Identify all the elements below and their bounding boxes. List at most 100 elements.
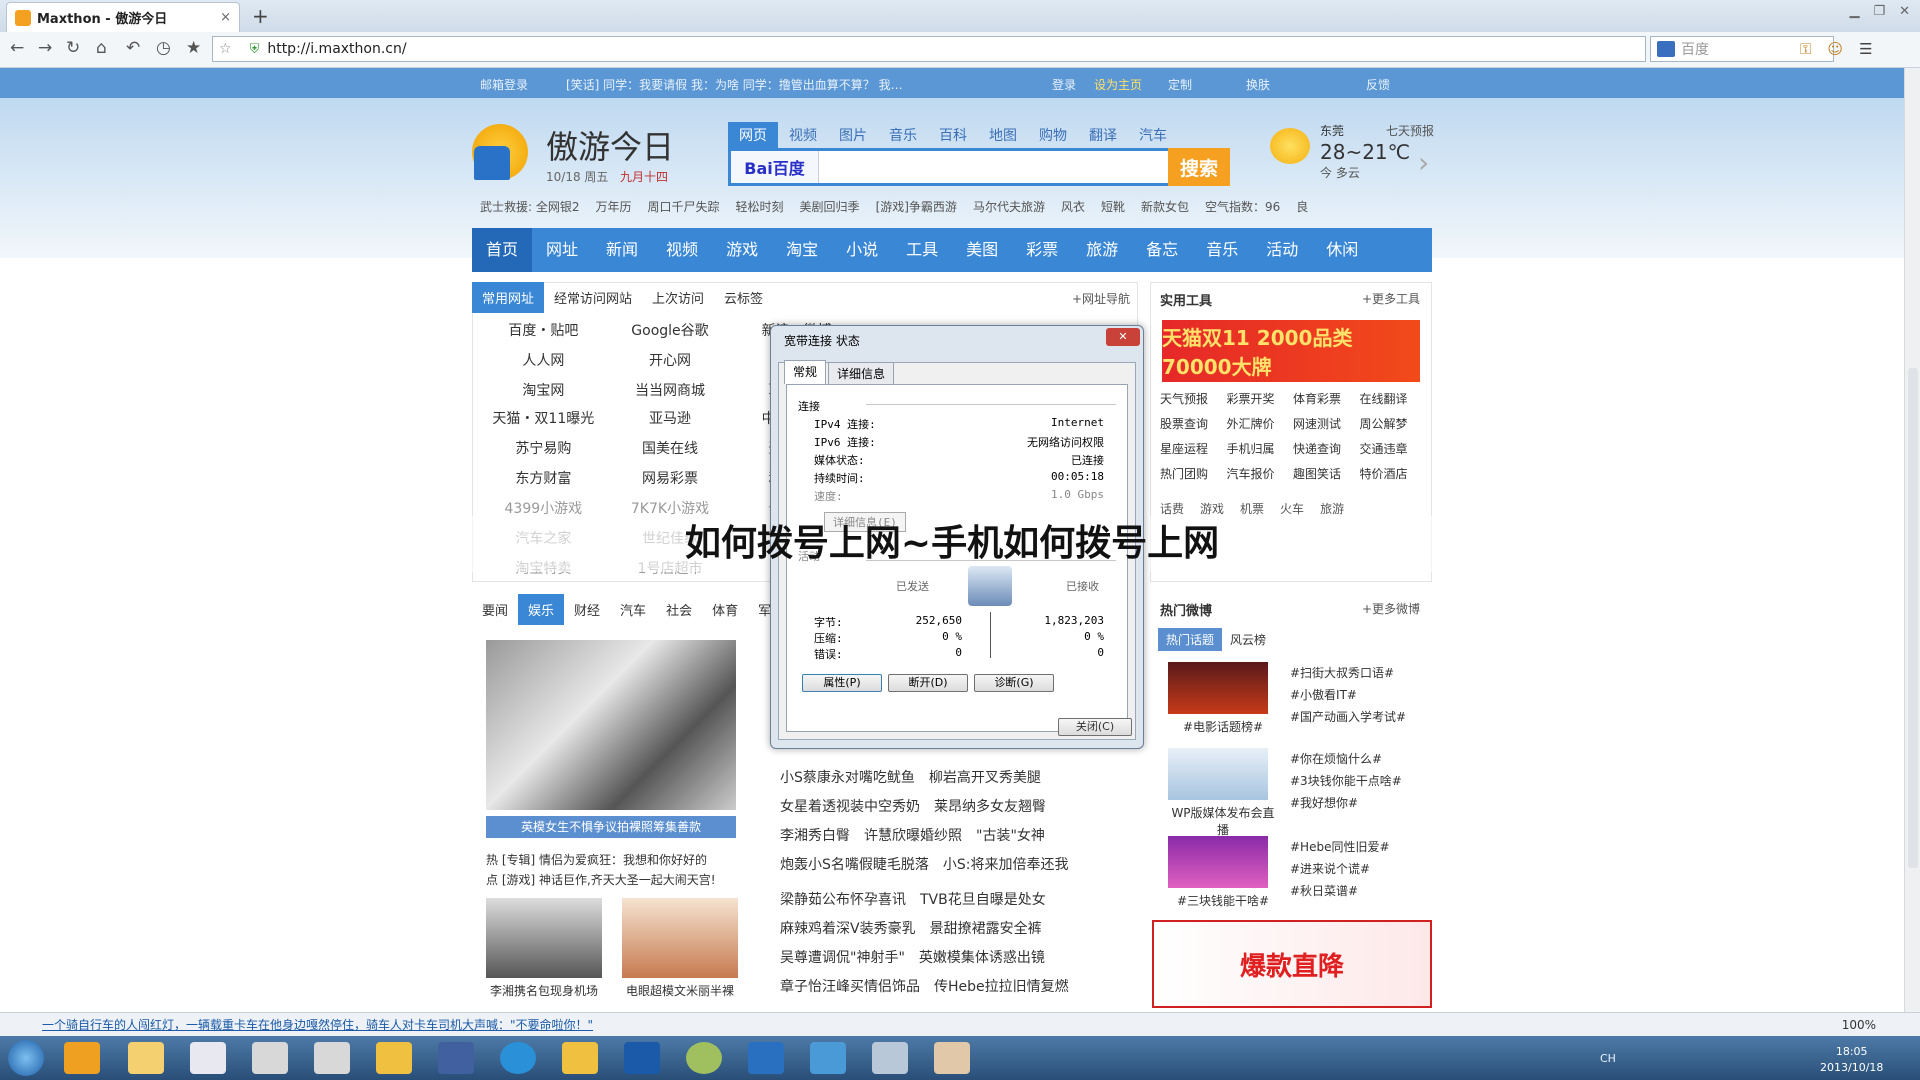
- customize-link[interactable]: 定制: [1168, 76, 1192, 93]
- news-item[interactable]: 小S蔡康永对嘴吃鱿鱼 柳岩高开叉秀美腿: [780, 764, 1069, 793]
- tab-general[interactable]: 常规: [784, 360, 827, 384]
- nav-item[interactable]: 活动: [1252, 228, 1312, 272]
- dialog-close-icon[interactable]: ✕: [1106, 328, 1140, 346]
- qq-icon[interactable]: [376, 1042, 412, 1074]
- maximize-icon[interactable]: ❐: [1873, 4, 1885, 19]
- weibo-tag[interactable]: #扫街大叔秀口语#: [1290, 662, 1406, 684]
- nav-item[interactable]: 旅游: [1072, 228, 1132, 272]
- news-tab[interactable]: 体育: [702, 594, 748, 625]
- more-weibo-link[interactable]: +更多微博: [1362, 600, 1420, 617]
- news-item[interactable]: 章子怡汪峰买情侣饰品 传Hebe拉拉旧情复燃: [780, 973, 1069, 1002]
- site-link[interactable]: 网易彩票: [607, 468, 734, 488]
- news-photo-caption[interactable]: 英模女生不惧争议拍裸照筹集善款: [486, 816, 736, 838]
- disconnect-button[interactable]: 断开(D): [888, 674, 968, 692]
- site-logo-text[interactable]: 傲游今日: [546, 122, 674, 168]
- refresh-icon[interactable]: ↻: [66, 38, 80, 58]
- hot-link[interactable]: [游戏]争霸西游: [876, 200, 957, 214]
- nav-item[interactable]: 新闻: [592, 228, 652, 272]
- sites-tab[interactable]: 经常访问网站: [544, 282, 642, 313]
- tool-link[interactable]: 股票查询: [1160, 415, 1227, 432]
- hot-link[interactable]: 风衣: [1061, 200, 1085, 214]
- set-home-link[interactable]: 设为主页: [1094, 76, 1142, 93]
- favorites-icon[interactable]: ★: [186, 38, 201, 58]
- site-link[interactable]: 开心网: [607, 350, 734, 370]
- hot-link[interactable]: 良: [1296, 200, 1308, 214]
- feedback-link[interactable]: 反馈: [1366, 76, 1390, 93]
- hot-link[interactable]: 马尔代夫旅游: [973, 200, 1045, 214]
- news-thumb[interactable]: [486, 898, 602, 978]
- hot-link[interactable]: 短靴: [1101, 200, 1125, 214]
- weibo-caption[interactable]: #电影话题榜#: [1166, 718, 1280, 735]
- nav-item[interactable]: 首页: [472, 228, 533, 272]
- weibo-tag[interactable]: #我好想你#: [1290, 792, 1402, 814]
- tool-link[interactable]: 在线翻译: [1360, 390, 1427, 407]
- weibo-tag[interactable]: #小傲看IT#: [1290, 684, 1406, 706]
- media-player-icon[interactable]: [190, 1042, 226, 1074]
- tool-link[interactable]: 体育彩票: [1293, 390, 1360, 407]
- weibo-tag[interactable]: #进来说个谎#: [1290, 858, 1390, 880]
- clock[interactable]: 18:05 2013/10/18: [1820, 1044, 1883, 1076]
- weibo-image[interactable]: [1168, 748, 1268, 800]
- search-tab[interactable]: 汽车: [1128, 122, 1178, 148]
- weibo-image[interactable]: [1168, 836, 1268, 888]
- qq-icon[interactable]: [562, 1042, 598, 1074]
- menu-icon[interactable]: ☰: [1859, 40, 1872, 58]
- site-link[interactable]: 亚马逊: [607, 408, 734, 428]
- tool-link[interactable]: 网速测试: [1293, 415, 1360, 432]
- weibo-tag[interactable]: #Hebe同性旧爱#: [1290, 836, 1390, 858]
- site-nav-link[interactable]: +网址导航: [1072, 290, 1130, 307]
- hot-link[interactable]: 空气指数：96: [1205, 200, 1280, 214]
- search-tab[interactable]: 图片: [828, 122, 878, 148]
- weibo-tab[interactable]: 风云榜: [1222, 628, 1274, 651]
- taskbar-app-icon[interactable]: [252, 1042, 288, 1074]
- minimize-icon[interactable]: ▁: [1849, 4, 1859, 19]
- tab-details[interactable]: 详细信息: [828, 362, 895, 384]
- tray-lang[interactable]: CH: [1600, 1052, 1616, 1065]
- site-link[interactable]: 苏宁易购: [480, 438, 607, 458]
- site-link[interactable]: 人人网: [480, 350, 607, 370]
- hot-link[interactable]: 新款女包: [1141, 200, 1189, 214]
- weibo-caption[interactable]: #三块钱能干啥#: [1166, 892, 1280, 909]
- news-photo[interactable]: [486, 640, 736, 810]
- site-link[interactable]: 百度・贴吧: [480, 320, 607, 340]
- nav-item[interactable]: 音乐: [1192, 228, 1252, 272]
- folder-icon[interactable]: [128, 1042, 164, 1074]
- weibo-tag[interactable]: #秋日菜谱#: [1290, 880, 1390, 902]
- bookmark-star-icon[interactable]: ☆: [219, 41, 232, 57]
- nav-item[interactable]: 备忘: [1132, 228, 1192, 272]
- weibo-caption[interactable]: WP版媒体发布会直播: [1166, 804, 1280, 838]
- news-item[interactable]: 李湘秀白臀 许慧欣曝婚纱照 "古装"女神: [780, 822, 1069, 851]
- search-button[interactable]: 搜索: [1168, 148, 1230, 186]
- more-tools-link[interactable]: +更多工具: [1362, 290, 1420, 307]
- nav-item[interactable]: 小说: [832, 228, 892, 272]
- weather-city[interactable]: 东莞: [1320, 122, 1344, 139]
- hot-link[interactable]: 周口千尸失踪: [648, 200, 720, 214]
- search-tab[interactable]: 翻译: [1078, 122, 1128, 148]
- search-tab[interactable]: 视频: [778, 122, 828, 148]
- scrollbar-thumb[interactable]: [1908, 368, 1918, 868]
- hot-link[interactable]: 美剧回归季: [800, 200, 860, 214]
- kugou-icon[interactable]: [500, 1042, 536, 1074]
- mail-login-link[interactable]: 邮箱登录: [480, 76, 528, 93]
- sites-tab[interactable]: 常用网址: [472, 281, 545, 313]
- news-item[interactable]: 吴尊遭调侃"神射手" 英嫩模集体诱惑出镜: [780, 944, 1069, 973]
- close-window-icon[interactable]: ✕: [1899, 4, 1910, 19]
- search-tab[interactable]: 购物: [1028, 122, 1078, 148]
- search-engine-icon[interactable]: [1657, 41, 1675, 57]
- user-icon[interactable]: ☺: [1827, 40, 1843, 58]
- hot-link[interactable]: 万年历: [596, 200, 632, 214]
- news-item[interactable]: 麻辣鸡着深V装秀豪乳 景甜撩裙露安全裤: [780, 915, 1069, 944]
- taskbar-app-icon[interactable]: [438, 1042, 474, 1074]
- history-icon[interactable]: ◷: [156, 38, 171, 58]
- start-button-icon[interactable]: [8, 1040, 44, 1076]
- site-link[interactable]: 当当网商城: [607, 380, 734, 400]
- tool-link[interactable]: 快递查询: [1293, 440, 1360, 457]
- news-tab[interactable]: 要闻: [472, 594, 518, 625]
- seven-day-forecast-link[interactable]: 七天预报: [1386, 122, 1434, 139]
- tool-link[interactable]: 彩票开奖: [1227, 390, 1294, 407]
- forward-icon[interactable]: →: [38, 38, 52, 58]
- tool-link[interactable]: 外汇牌价: [1227, 415, 1294, 432]
- hot-link[interactable]: 武士救援: 全网银2: [480, 200, 580, 214]
- undo-icon[interactable]: ↶: [126, 38, 140, 58]
- vertical-scrollbar[interactable]: [1904, 68, 1920, 1012]
